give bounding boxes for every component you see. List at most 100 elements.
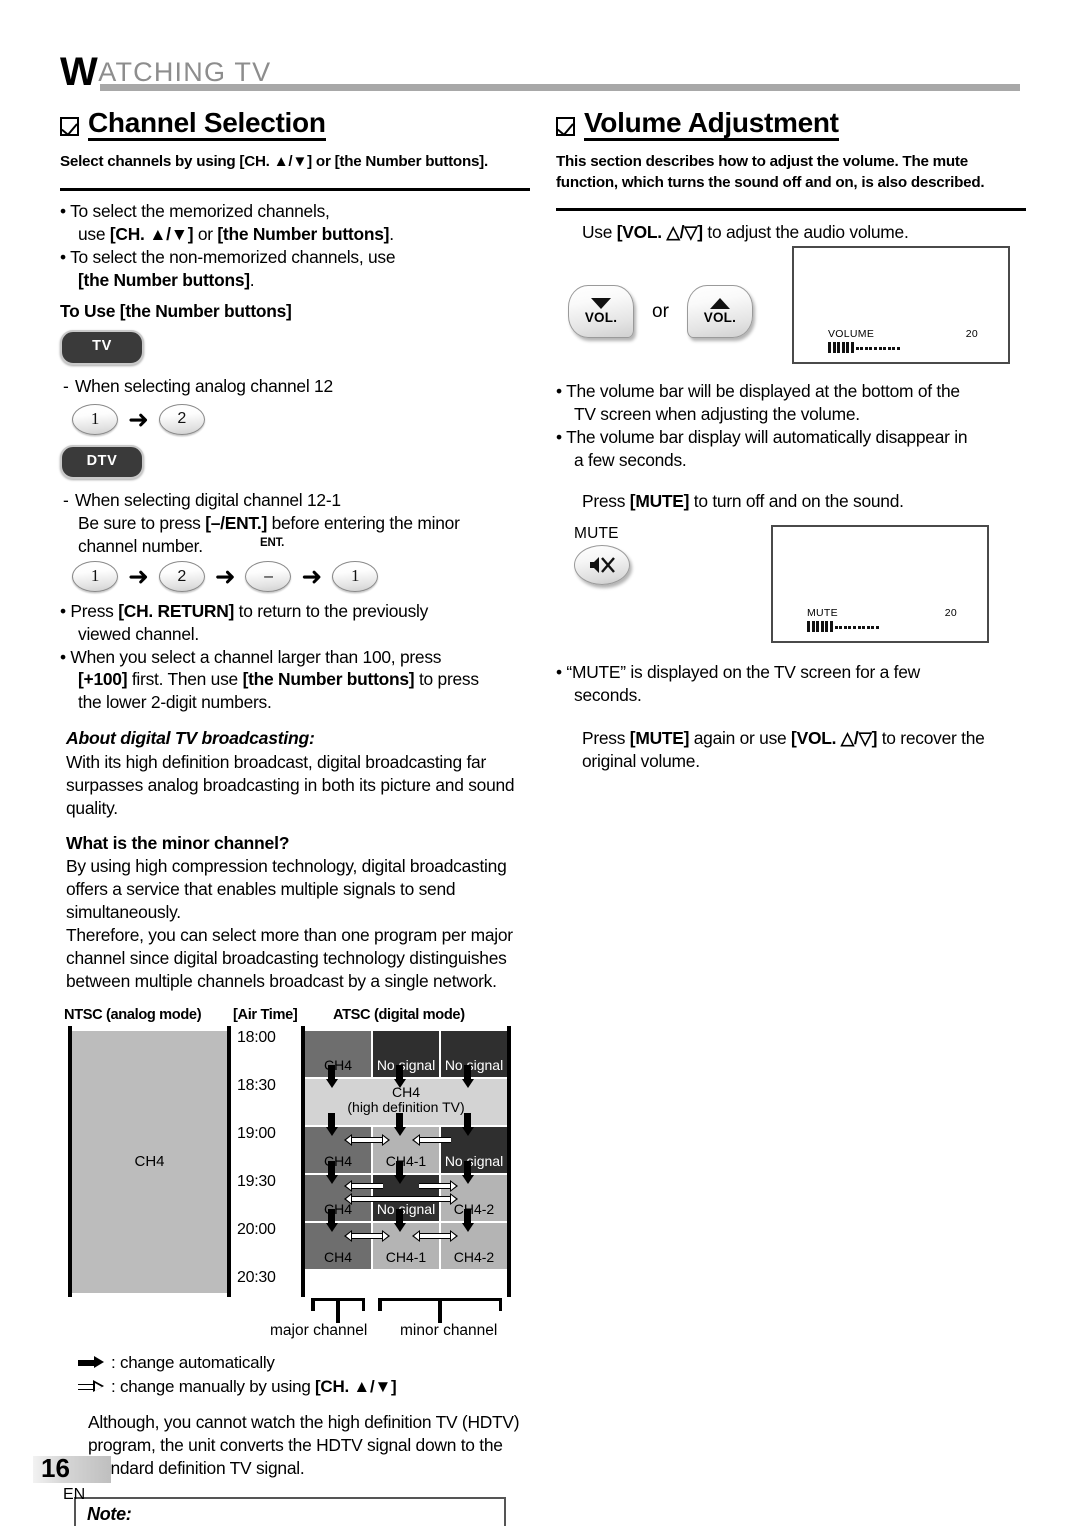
about-heading: About digital TV broadcasting: <box>66 728 315 749</box>
bar-segment-empty <box>869 346 873 350</box>
mute-speaker-icon <box>590 556 615 573</box>
table-cell: No signal <box>441 1030 507 1077</box>
minor-channel-p1: By using high compression technology, di… <box>66 855 507 922</box>
right-column: Volume Adjustment This section describes… <box>556 108 1026 773</box>
checkbox-icon <box>556 117 575 137</box>
airtime-1930: 19:30 <box>237 1172 276 1190</box>
vol-down-label: VOL. <box>584 310 618 326</box>
airtime-2030: 20:30 <box>237 1268 276 1286</box>
number-buttons-ref: [the Number buttons] <box>217 223 390 244</box>
volume-controls-row: VOL. or VOL. VOLUME 20 <box>556 245 1026 364</box>
number-key-2[interactable]: 2 <box>158 560 205 592</box>
volume-adjustment-heading: Volume Adjustment <box>556 108 1026 142</box>
number-key-1[interactable]: 1 <box>72 560 118 592</box>
auto-change-arrow-icon <box>393 1208 406 1232</box>
bullet-volume-bar-disappear: • The volume bar display will automatica… <box>556 426 968 470</box>
major-channel-brace <box>311 1297 365 1324</box>
channel-selection-heading: Channel Selection <box>60 108 530 142</box>
airtime-column-label: [Air Time] <box>233 1006 298 1023</box>
ch-updown-key-ref: [CH. ▲/▼] <box>109 223 194 244</box>
bar-segment-empty <box>892 346 896 350</box>
digital-instruction-line2: Be sure to press [–/ENT.] before enterin… <box>78 512 460 533</box>
volume-bar-indicator <box>828 341 978 353</box>
plus100-key-ref: [+100] <box>78 669 128 690</box>
number-key-1[interactable]: 1 <box>332 560 379 592</box>
bullet-volume-bar-display: • The volume bar will be displayed at th… <box>556 380 960 424</box>
osd-mute-label: MUTE <box>807 606 838 619</box>
bar-segment-filled <box>807 620 810 632</box>
section-divider <box>556 207 1026 211</box>
minor-channel-label: minor channel <box>400 1321 498 1339</box>
auto-change-arrow-icon <box>325 1160 338 1184</box>
minor-channel-heading: What is the minor channel? <box>66 832 290 853</box>
bar-segment-empty <box>843 625 847 629</box>
bullet-ch-return: • Press [CH. RETURN] to return to the pr… <box>60 600 429 644</box>
to-use-number-buttons-heading: To Use [the Number buttons] <box>60 301 292 322</box>
auto-change-arrow-icon <box>393 1064 406 1088</box>
ntsc-right-rule <box>227 1025 231 1297</box>
auto-change-arrow-icon <box>461 1208 474 1232</box>
mute-display-note: • “MUTE” is displayed on the TV screen f… <box>556 661 920 705</box>
bar-segment-empty <box>862 625 866 629</box>
vol-buttons: VOL. or VOL. <box>556 285 792 339</box>
arrow-right-icon: ➜ <box>128 561 149 591</box>
minor-channel-explainer: What is the minor channel? By using high… <box>60 832 530 993</box>
auto-change-arrow-icon <box>325 1064 338 1088</box>
osd-mute-value: 20 <box>944 606 957 619</box>
analog-key-sequence: 1 ➜ 2 <box>60 403 530 435</box>
triangle-down-icon <box>591 298 611 310</box>
osd-volume-label: VOLUME <box>828 327 875 340</box>
mute-button[interactable] <box>574 544 630 585</box>
bar-segment-empty <box>839 625 843 629</box>
press-mute-instruction: Press [MUTE] to turn off and on the soun… <box>582 490 904 511</box>
chapter-rule <box>100 84 1020 91</box>
bar-segment-empty <box>834 625 838 629</box>
vol-up-label: VOL. <box>703 310 737 326</box>
about-paragraph: With its high definition broadcast, digi… <box>66 751 515 818</box>
volume-down-button[interactable]: VOL. <box>568 285 634 339</box>
vol-key-ref: [VOL. △/▽] <box>616 221 703 242</box>
page-number: 16 <box>41 1453 70 1483</box>
number-buttons-ref: [the Number buttons] <box>242 669 415 690</box>
bar-segment-filled <box>832 341 836 353</box>
airtime-1830: 18:30 <box>237 1076 276 1094</box>
manual-change-arrow-icon <box>412 1133 458 1147</box>
manual-change-arrow-icon <box>344 1192 458 1206</box>
bar-segment-empty <box>848 625 852 629</box>
airtime-1800: 18:00 <box>237 1028 276 1046</box>
arrow-right-icon: ➜ <box>128 404 149 434</box>
hollow-arrow-icon <box>78 1380 104 1393</box>
number-key-1[interactable]: 1 <box>72 403 118 435</box>
bar-segment-empty <box>864 346 868 350</box>
airtime-2000: 20:00 <box>237 1220 276 1238</box>
mute-key-ref: [MUTE] <box>629 727 690 748</box>
number-key-2[interactable]: 2 <box>158 403 205 435</box>
tv-screen-volume: VOLUME 20 <box>792 245 1010 364</box>
use-vol-instruction: Use [VOL. △/▽] to adjust the audio volum… <box>582 221 909 242</box>
volume-up-button[interactable]: VOL. <box>686 285 753 339</box>
bar-segment-empty <box>855 346 859 350</box>
analog-instruction: When selecting analog channel 12 <box>60 375 530 398</box>
osd-volume-value: 20 <box>965 327 978 340</box>
ent-label: ENT. <box>260 536 285 549</box>
bar-segment-empty <box>873 346 877 350</box>
left-column: Channel Selection Select channels by usi… <box>60 108 530 1526</box>
bar-segment-filled <box>846 341 850 353</box>
manual-change-arrow-icon <box>412 1229 458 1243</box>
bar-segment-filled <box>816 620 820 632</box>
bar-segment-filled <box>811 620 815 632</box>
ent-minus-key[interactable]: – <box>245 560 292 592</box>
ntsc-atsc-diagram: NTSC (analog mode) [Air Time] ATSC (digi… <box>60 1006 515 1339</box>
legend-manual-row: : change manually by using [CH. ▲/▼] <box>78 1375 530 1399</box>
checkbox-icon <box>60 117 79 137</box>
bar-segment-empty <box>871 625 875 629</box>
auto-change-arrow-icon <box>461 1112 474 1136</box>
section-divider <box>60 187 530 191</box>
ch-return-key-ref: [CH. RETURN] <box>118 600 235 621</box>
mute-osd: MUTE 20 <box>807 607 957 632</box>
bar-segment-empty <box>896 346 900 350</box>
atsc-column-label: ATSC (digital mode) <box>333 1006 465 1023</box>
tv-screen-mute: MUTE 20 <box>771 524 989 643</box>
ntsc-column-label: NTSC (analog mode) <box>64 1006 202 1023</box>
number-buttons-ref: [the Number buttons] <box>78 269 250 290</box>
